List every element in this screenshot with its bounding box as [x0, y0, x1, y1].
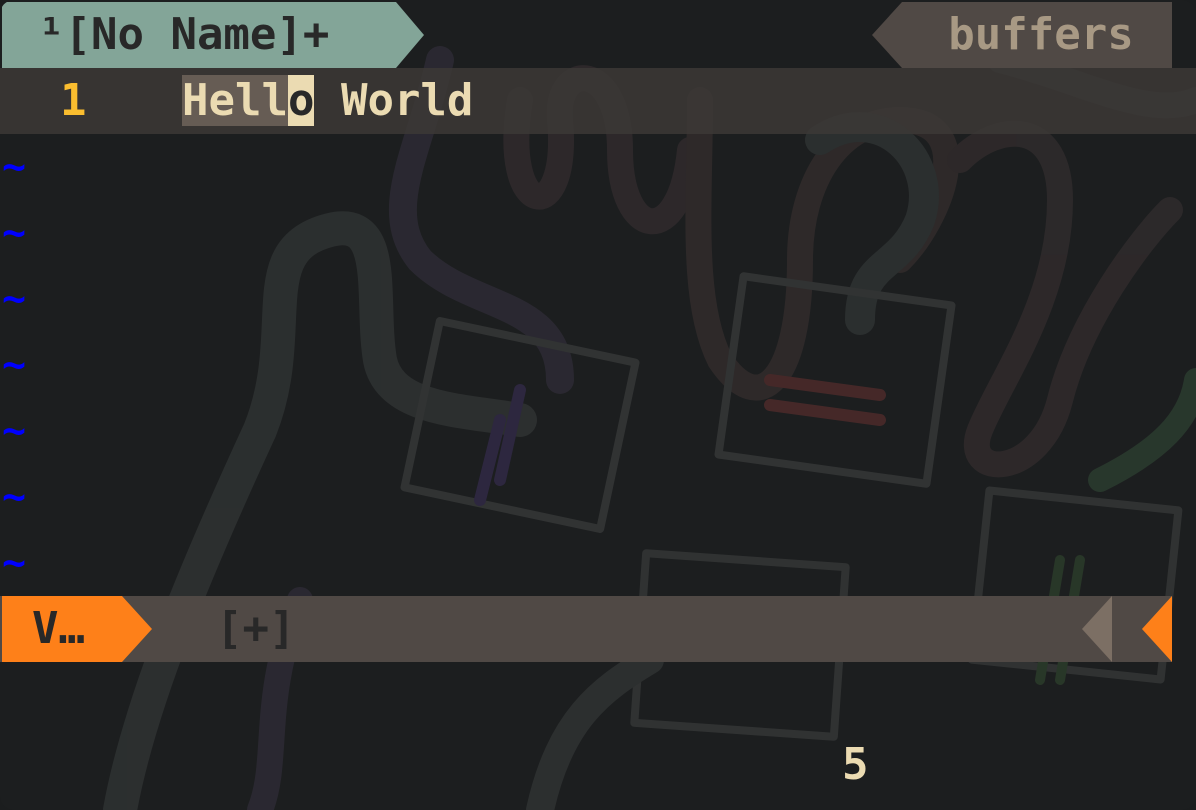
empty-line-tilde: ~ [2, 474, 27, 520]
tab-separator-arrow [396, 2, 424, 68]
mode-separator-arrow [122, 596, 152, 662]
visual-selection: Hell [182, 75, 288, 126]
tabline: ¹[No Name]+ buffers [0, 0, 1196, 68]
empty-line-tilde: ~ [2, 144, 27, 190]
cursor: o [287, 75, 315, 126]
terminal-window: ¹[No Name]+ buffers 1 Hello World ~ ~ ~ … [0, 0, 1196, 810]
statusline: V… [+] [0, 596, 1172, 662]
mode-indicator: V… [2, 596, 122, 662]
empty-line-tilde: ~ [2, 540, 27, 586]
status-right-separator-arrow [1142, 596, 1172, 662]
modified-flag: [+] [216, 603, 296, 654]
selection-count: 5 [842, 739, 869, 790]
empty-line-tilde: ~ [2, 210, 27, 256]
empty-line-tilde: ~ [2, 342, 27, 388]
tab-no-name[interactable]: ¹[No Name]+ [2, 2, 396, 68]
empty-line-tilde: ~ [2, 408, 27, 454]
line-remaining-text: World [314, 75, 474, 126]
line-content[interactable]: Hello World [182, 68, 473, 134]
status-right-separator-arrow [1082, 596, 1112, 662]
line-number: 1 [60, 75, 87, 126]
buffers-label[interactable]: buffers [902, 2, 1172, 68]
editor-line-1[interactable]: 1 Hello World [0, 68, 1196, 134]
status-right-separator-arrow [1112, 596, 1142, 662]
buffers-separator-arrow [872, 2, 902, 68]
empty-line-tilde: ~ [2, 276, 27, 322]
